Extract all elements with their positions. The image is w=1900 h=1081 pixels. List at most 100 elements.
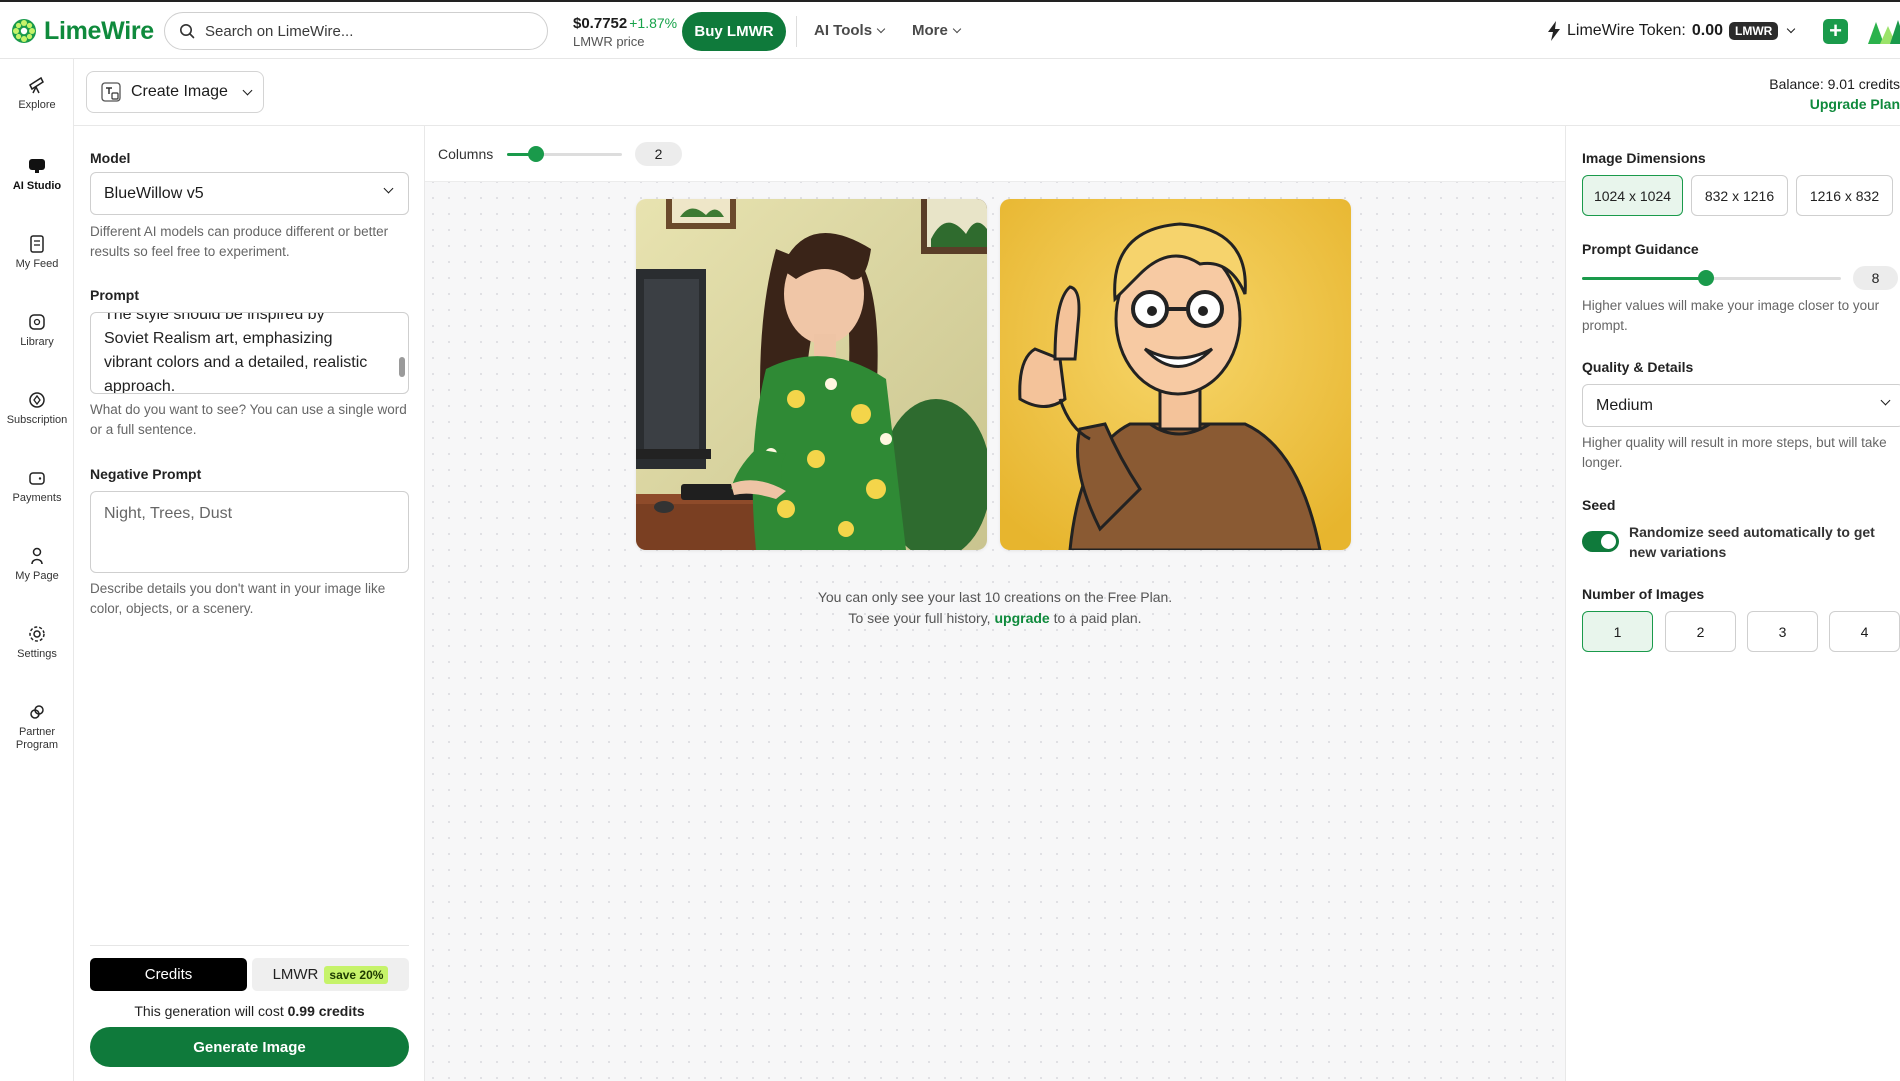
mode-selector[interactable]: Create Image [86,71,264,113]
gear-icon [29,626,45,642]
number-of-images-label: Number of Images [1582,586,1705,602]
top-bar: LimeWire $0.7752+1.87% LMWR price Buy LM… [0,0,1900,59]
model-select[interactable]: BlueWillow v5 [90,172,409,215]
prompt-line: vibrant colors and a detailed, realistic [104,354,368,371]
dimension-1024x1024-button[interactable]: 1024 x 1024 [1582,175,1683,216]
limewire-logo-icon [12,19,36,43]
generated-image-1[interactable] [636,199,987,550]
ai-tools-label: AI Tools [814,22,873,39]
dimension-832x1216-button[interactable]: 832 x 1216 [1691,175,1788,216]
generate-image-button[interactable]: Generate Image [90,1027,409,1067]
balance-text: Balance: 9.01 credits [1769,76,1900,92]
studio-header: Create Image Balance: 9.01 credits Upgra… [74,59,1900,126]
more-label: More [912,22,948,39]
price-label: LMWR price [573,34,645,49]
mode-label: Create Image [131,83,228,100]
quality-help: Higher quality will result in more steps… [1582,435,1887,470]
generated-image-2[interactable] [1000,199,1351,550]
prompt-line: Soviet Realism art, emphasizing [104,330,333,347]
more-menu[interactable]: More [912,22,962,39]
chevron-down-icon [242,85,253,95]
lmwr-price: $0.7752 +1.87% LMWR price [573,14,677,51]
randomize-seed-toggle[interactable] [1582,531,1619,552]
sidebar-item-settings[interactable]: Settings [0,620,74,660]
generated-image-man-thumbs-up [1000,199,1351,550]
price-change: +1.87% [629,15,678,31]
quality-select[interactable]: Medium [1582,384,1900,427]
prompt-line: approach. [104,378,176,394]
free-note-line2: To see your full history, upgrade to a p… [425,608,1565,629]
model-value: BlueWillow v5 [104,184,204,202]
token-unit-badge: LMWR [1729,22,1779,40]
prompt-textarea[interactable]: The style should be inspired by Soviet R… [90,312,409,394]
pay-with-credits-tab[interactable]: Credits [90,958,247,991]
partner-icon [30,705,44,719]
chevron-down-icon [952,24,962,33]
user-icon [31,547,43,565]
num-images-3-button[interactable]: 3 [1747,611,1818,652]
upgrade-plan-link[interactable]: Upgrade Plan [1769,94,1900,114]
columns-value: 2 [635,142,682,166]
search-bar[interactable] [164,12,548,50]
quality-value: Medium [1596,396,1653,414]
sidebar-item-subscription[interactable]: Subscription [0,386,74,426]
sidebar-item-explore[interactable]: Explore [0,71,74,111]
guidance-slider-handle[interactable] [1698,270,1714,286]
sidebar-item-label: Library [20,336,54,348]
chevron-down-icon [1787,24,1796,34]
sidebar-item-my-feed[interactable]: My Feed [0,230,74,270]
num-images-2-button[interactable]: 2 [1665,611,1736,652]
sidebar-item-partner-program[interactable]: Partner Program [0,698,74,752]
subscription-icon [29,392,45,408]
divider [90,945,409,946]
telescope-icon [29,76,44,94]
avatar[interactable] [1866,16,1900,48]
image-dimensions-label: Image Dimensions [1582,150,1706,166]
ai-tools-menu[interactable]: AI Tools [814,22,886,39]
sidebar-item-label: My Page [15,570,59,582]
negative-prompt-textarea[interactable] [90,491,409,573]
search-input[interactable] [205,22,525,40]
cost-value: 0.99 credits [287,1003,365,1019]
sidebar-item-payments[interactable]: Payments [0,464,74,504]
columns-slider-handle[interactable] [528,146,544,162]
buy-lmwr-button[interactable]: Buy LMWR [682,12,786,51]
pay-with-lmwr-tab[interactable]: LMWR save 20% [252,958,409,991]
logo-text: LimeWire [44,16,154,45]
prompt-guidance-label: Prompt Guidance [1582,241,1699,257]
sidebar-item-library[interactable]: Library [0,308,74,348]
dimension-1216x832-button[interactable]: 1216 x 832 [1796,175,1893,216]
price-value: $0.7752 [573,15,628,32]
sidebar-item-label: Settings [17,648,57,660]
free-note-suffix: to a paid plan. [1053,610,1142,626]
num-images-1-button[interactable]: 1 [1582,611,1653,652]
token-balance[interactable]: LimeWire Token: 0.00 LMWR [1547,21,1796,41]
randomize-seed-label: Randomize seed automatically to get new … [1629,524,1875,560]
gallery-area: Columns 2 You can only see your last 10 … [425,126,1565,1081]
sidebar-item-my-page[interactable]: My Page [0,542,74,582]
sidebar-item-ai-studio[interactable]: AI Studio [0,152,74,192]
guidance-slider-fill [1582,277,1706,280]
num-images-4-button[interactable]: 4 [1829,611,1900,652]
create-plus-button[interactable]: + [1823,19,1848,44]
chevron-down-icon [1880,395,1891,406]
upgrade-link[interactable]: upgrade [994,610,1049,626]
guidance-value: 8 [1853,266,1898,290]
wallet-icon [29,472,45,485]
negative-prompt-label: Negative Prompt [90,466,202,482]
prompt-line: The style should be inspired by [104,312,325,323]
chevron-down-icon [383,183,394,194]
model-help: Different AI models can produce differen… [90,224,389,259]
settings-panel: Model BlueWillow v5 Different AI models … [74,126,425,1081]
lightning-icon [1548,21,1560,41]
limewire-logo[interactable]: LimeWire [10,14,154,48]
generated-image-woman-at-computer [636,199,987,550]
divider [796,16,797,47]
sidebar-item-label: My Feed [15,258,59,270]
prompt-scrollbar[interactable] [399,357,405,377]
guidance-help: Higher values will make your image close… [1582,298,1880,333]
sidebar-nav: Explore AI Studio My Feed Library Subscr… [0,59,74,1081]
sidebar-item-label: Payments [12,492,62,504]
sidebar-item-label: AI Studio [12,180,62,192]
feed-icon [30,235,44,253]
